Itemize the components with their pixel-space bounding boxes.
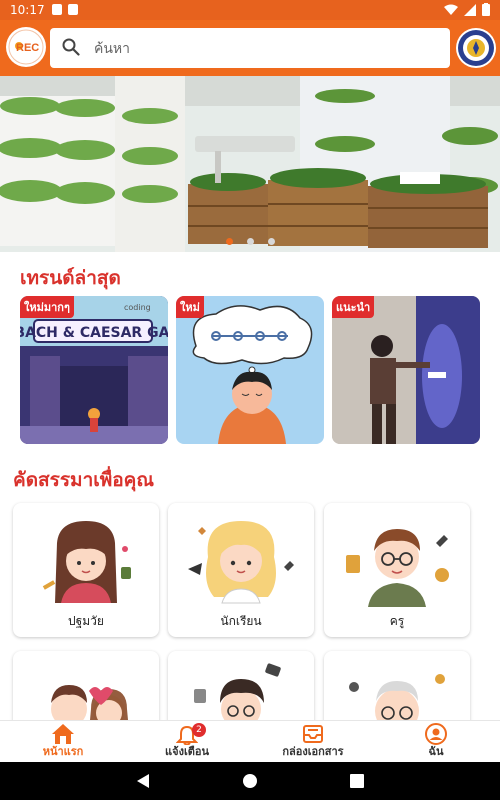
nav-notifications[interactable]: 2 แจ้งเตือน <box>146 721 228 763</box>
trending-thumbnail-1: ATBACH & CAESAR GAME coding <box>20 296 168 444</box>
category-label-student: นักเรียน <box>220 614 262 628</box>
banner-carousel[interactable] <box>0 76 500 252</box>
carousel-indicator <box>0 238 500 245</box>
logo-mark: REC <box>8 29 44 65</box>
home-button-icon[interactable] <box>242 773 258 789</box>
notification-icon <box>52 4 62 15</box>
trending-title: เทรนด์ล่าสุด <box>20 267 121 289</box>
nav-home[interactable]: หน้าแรก <box>22 721 104 763</box>
student-illustration <box>188 521 294 604</box>
nav-profile-label: ฉัน <box>428 745 444 758</box>
trending-thumbnail-2 <box>176 296 324 444</box>
nav-inbox[interactable]: กล่องเอกสาร <box>270 721 356 763</box>
category-label-teacher: ครู <box>389 614 405 628</box>
battery-icon <box>482 3 490 16</box>
university-emblem[interactable] <box>456 28 496 68</box>
wifi-icon <box>444 4 458 15</box>
trending-badge-2: ใหม่ <box>176 296 204 318</box>
trending-card-1[interactable]: ATBACH & CAESAR GAME coding ใหม่มากๆ <box>20 296 168 444</box>
trending-card-2[interactable]: ใหม่ <box>176 296 324 444</box>
trending-card-1-title: ATBACH & CAESAR GAME <box>20 325 168 341</box>
teacher-illustration <box>346 529 449 607</box>
category-card-early-childhood[interactable]: ปฐมวัย <box>13 503 159 637</box>
search-input[interactable] <box>92 36 436 62</box>
sim-icon <box>68 4 78 15</box>
trending-badge-3: แนะนำ <box>332 296 375 318</box>
status-time: 10:17 <box>10 3 45 17</box>
nav-profile[interactable]: ฉัน <box>404 721 468 763</box>
bottom-navigation: หน้าแรก 2 แจ้งเตือน กล่องเอกสาร ฉัน <box>0 720 500 763</box>
logo-text: REC <box>16 42 39 54</box>
search-icon <box>62 38 80 56</box>
system-navigation-bar <box>0 762 500 800</box>
status-bar: 10:17 <box>0 0 500 20</box>
category-card-teacher[interactable]: ครู <box>324 503 470 637</box>
girl-illustration <box>42 521 131 603</box>
back-icon[interactable] <box>136 773 150 789</box>
status-icons <box>444 3 490 16</box>
recents-icon[interactable] <box>350 774 364 788</box>
staff-illustration <box>194 663 281 729</box>
signal-icon <box>464 3 476 16</box>
nav-inbox-label: กล่องเอกสาร <box>282 745 344 758</box>
category-card-student[interactable]: นักเรียน <box>168 503 314 637</box>
category-label-early-childhood: ปฐมวัย <box>68 614 104 628</box>
inbox-icon <box>303 725 323 743</box>
emblem-icon <box>458 30 494 66</box>
app-logo[interactable]: REC <box>6 27 46 67</box>
notification-count: 2 <box>192 723 206 737</box>
trending-card-1-caption: coding <box>124 303 151 312</box>
trending-badge-1: ใหม่มากๆ <box>20 296 74 318</box>
trending-card-3[interactable]: แนะนำ <box>332 296 480 444</box>
nav-notifications-label: แจ้งเตือน <box>165 745 209 758</box>
banner-image <box>0 76 500 252</box>
picks-title: คัดสรรมาเพื่อคุณ <box>13 469 155 491</box>
parents-illustration <box>51 685 129 731</box>
trending-thumbnail-3 <box>332 296 480 444</box>
nav-home-label: หน้าแรก <box>42 745 84 758</box>
app-bar: REC <box>0 20 500 76</box>
carousel-dot-1[interactable] <box>225 238 233 245</box>
elderly-illustration <box>349 674 445 733</box>
search-bar[interactable] <box>50 28 450 68</box>
carousel-dot-2[interactable] <box>246 238 254 245</box>
carousel-dot-3[interactable] <box>267 238 275 245</box>
